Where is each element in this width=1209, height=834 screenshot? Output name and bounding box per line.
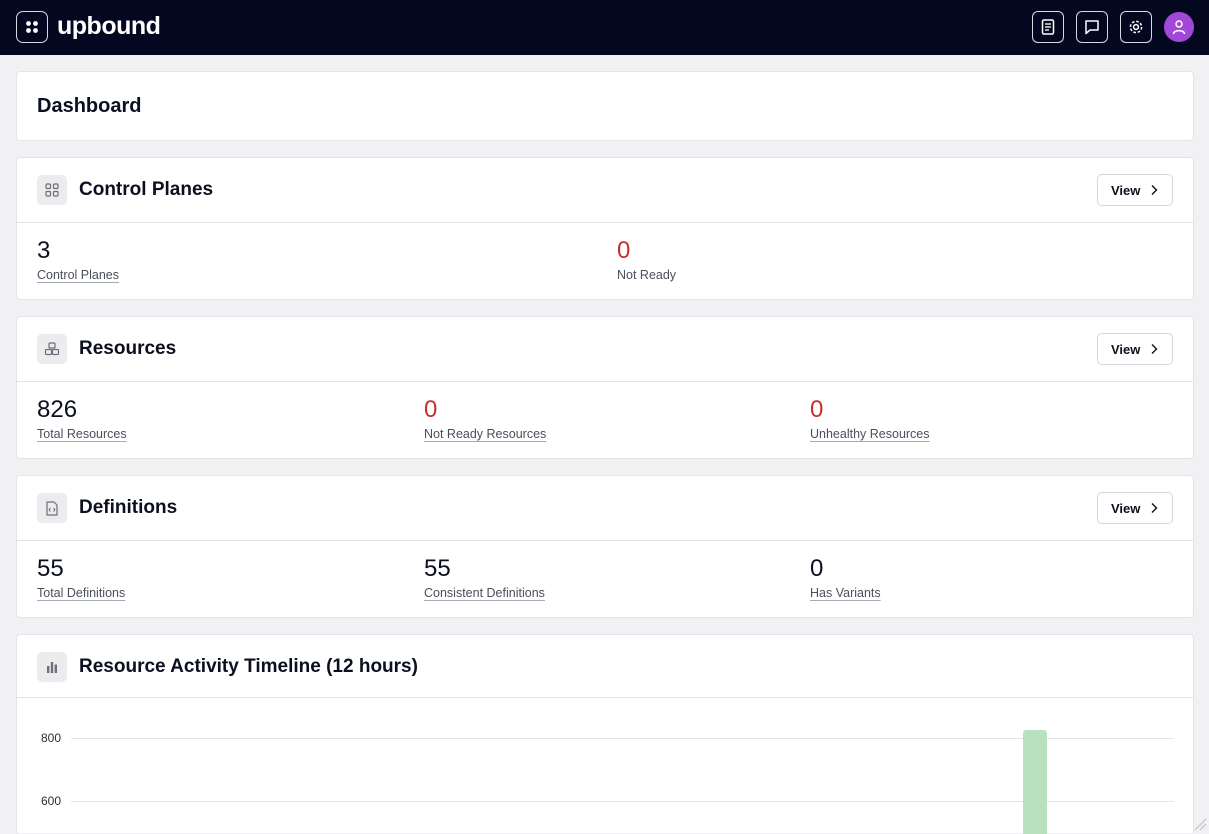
metric-value: 55 bbox=[424, 555, 451, 582]
metric-value: 826 bbox=[37, 396, 78, 423]
chat-button[interactable] bbox=[1076, 11, 1108, 43]
view-definitions-button[interactable]: View bbox=[1097, 492, 1173, 524]
card-title: Control Planes bbox=[79, 179, 214, 200]
chat-icon bbox=[1085, 20, 1099, 35]
y-tick-label: 600 bbox=[41, 794, 62, 808]
resize-handle-icon bbox=[1194, 818, 1207, 831]
top-bar: upbound bbox=[0, 0, 1209, 55]
definitions-card: Definitions View 55 Total Definitions 55… bbox=[16, 475, 1194, 618]
metric-value: 0 bbox=[810, 396, 824, 423]
metric-link[interactable]: Control Planes bbox=[37, 268, 119, 282]
card-title: Definitions bbox=[79, 497, 178, 518]
card-header: Definitions View bbox=[17, 476, 1193, 541]
metric-has-variants: 0 Has Variants bbox=[810, 555, 881, 601]
metric-total-definitions: 55 Total Definitions bbox=[37, 555, 125, 601]
metric-total-resources: 826 Total Resources bbox=[37, 396, 127, 442]
metric-not-ready: 0 Not Ready bbox=[617, 237, 677, 283]
view-label: View bbox=[1111, 182, 1141, 198]
metric-link[interactable]: Has Variants bbox=[810, 586, 881, 600]
activity-timeline-card: Resource Activity Timeline (12 hours) 80… bbox=[16, 634, 1194, 834]
control-planes-card: Control Planes View 3 Control Planes 0 N… bbox=[16, 157, 1194, 300]
metric-link[interactable]: Consistent Definitions bbox=[424, 586, 545, 600]
card-title: Resource Activity Timeline (12 hours) bbox=[79, 656, 418, 677]
apps-icon bbox=[26, 21, 38, 33]
bar-chart-icon bbox=[37, 652, 67, 682]
gridline bbox=[71, 801, 1174, 802]
metric-value: 0 bbox=[617, 237, 631, 264]
card-header: Resources View bbox=[17, 317, 1193, 382]
chevron-right-icon bbox=[1151, 503, 1158, 513]
chevron-right-icon bbox=[1151, 344, 1158, 354]
view-resources-button[interactable]: View bbox=[1097, 333, 1173, 365]
gridline bbox=[71, 738, 1174, 739]
metric-link[interactable]: Total Resources bbox=[37, 427, 127, 441]
metric-consistent-definitions: 55 Consistent Definitions bbox=[424, 555, 545, 601]
metric-not-ready-resources: 0 Not Ready Resources bbox=[424, 396, 546, 442]
cubes-icon bbox=[37, 334, 67, 364]
page-header-card: Dashboard bbox=[16, 71, 1194, 141]
metric-value: 3 bbox=[37, 237, 51, 264]
metric-link[interactable]: Not Ready Resources bbox=[424, 427, 546, 441]
metric-link[interactable]: Unhealthy Resources bbox=[810, 427, 930, 441]
user-icon bbox=[1172, 20, 1186, 35]
user-avatar-button[interactable] bbox=[1164, 12, 1194, 42]
resources-card: Resources View 826 Total Resources 0 Not… bbox=[16, 316, 1194, 459]
card-title: Resources bbox=[79, 338, 177, 359]
upbound-logo[interactable]: upbound bbox=[57, 12, 161, 40]
metric-control-planes: 3 Control Planes bbox=[37, 237, 119, 283]
settings-button[interactable] bbox=[1120, 11, 1152, 43]
metric-unhealthy-resources: 0 Unhealthy Resources bbox=[810, 396, 930, 442]
view-label: View bbox=[1111, 500, 1141, 516]
metric-value: 0 bbox=[810, 555, 824, 582]
metric-value: 55 bbox=[37, 555, 64, 582]
apps-menu-button[interactable] bbox=[16, 11, 48, 43]
page-title: Dashboard bbox=[37, 95, 142, 117]
view-control-planes-button[interactable]: View bbox=[1097, 174, 1173, 206]
view-label: View bbox=[1111, 341, 1141, 357]
settings-icon bbox=[1129, 20, 1143, 34]
y-tick-label: 800 bbox=[41, 731, 62, 745]
file-code-icon bbox=[37, 493, 67, 523]
grid-icon bbox=[37, 175, 67, 205]
metric-link[interactable]: Total Definitions bbox=[37, 586, 125, 600]
metric-value: 0 bbox=[424, 396, 438, 423]
metric-label: Not Ready bbox=[617, 268, 677, 282]
card-header: Control Planes View bbox=[17, 158, 1193, 223]
card-header: Resource Activity Timeline (12 hours) bbox=[17, 635, 1193, 698]
chart-bar[interactable] bbox=[1023, 729, 1047, 834]
chevron-right-icon bbox=[1151, 185, 1158, 195]
docs-button[interactable] bbox=[1032, 11, 1064, 43]
docs-icon bbox=[1041, 19, 1055, 35]
